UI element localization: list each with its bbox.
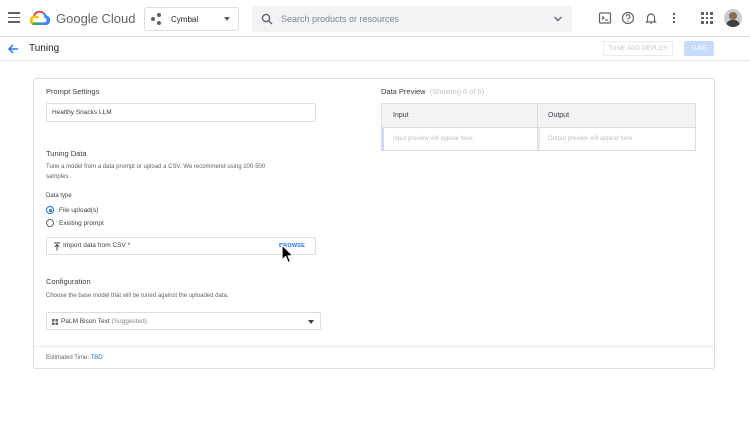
search-input[interactable] bbox=[281, 11, 541, 27]
column-header-output: Output bbox=[548, 112, 570, 119]
upload-icon bbox=[54, 242, 60, 251]
data-preview-label: Data Preview bbox=[381, 87, 426, 96]
top-bar: Google Cloud Cymbal bbox=[0, 0, 750, 37]
menu-icon[interactable] bbox=[8, 12, 20, 24]
project-picker[interactable]: Cymbal bbox=[144, 7, 239, 31]
import-csv-field[interactable]: Import data from CSV * BROWSE bbox=[46, 237, 316, 255]
prompt-settings-title: Prompt Settings bbox=[46, 87, 100, 96]
import-csv-label: Import data from CSV * bbox=[63, 242, 131, 249]
tuning-data-title: Tuning Data bbox=[46, 149, 87, 158]
mouse-cursor-icon bbox=[281, 244, 294, 264]
radio-label-existing-prompt: Existing prompt bbox=[59, 219, 104, 227]
table-header: Input Output bbox=[382, 104, 695, 128]
avatar[interactable] bbox=[724, 9, 742, 27]
configuration-description: Choose the base model that will be tuned… bbox=[46, 293, 229, 299]
help-icon[interactable] bbox=[621, 11, 635, 25]
suggested-tag: (Suggested) bbox=[111, 318, 147, 325]
project-icon bbox=[151, 13, 163, 25]
output-placeholder: Output preview will appear here bbox=[548, 136, 633, 142]
tuning-data-description-line2: samples. bbox=[46, 174, 71, 180]
data-preview-table: Input Output Input preview will appear h… bbox=[381, 103, 696, 151]
chevron-down-icon[interactable] bbox=[553, 14, 563, 24]
tuning-data-description-line1: Tune a model from a data prompt or uploa… bbox=[46, 164, 266, 170]
product-name: Google Cloud bbox=[56, 11, 136, 26]
tuning-card: Prompt Settings Healthy Snacks LLM Tunin… bbox=[33, 78, 715, 369]
divider bbox=[34, 346, 714, 347]
base-model-value: PaLM Bison Text (Suggested) bbox=[61, 318, 147, 325]
prompt-name-field[interactable]: Healthy Snacks LLM bbox=[46, 103, 316, 122]
data-type-label: Data type bbox=[46, 193, 72, 199]
column-header-input: Input bbox=[393, 112, 409, 119]
data-preview-title: Data Preview (Showing 0 of 0) bbox=[381, 87, 484, 96]
back-arrow-icon[interactable] bbox=[7, 43, 19, 55]
model-icon bbox=[52, 319, 58, 325]
estimated-time-value: TBD bbox=[90, 355, 103, 361]
configuration-title: Configuration bbox=[46, 277, 91, 286]
tune-button[interactable]: TUNE bbox=[684, 41, 714, 56]
dropdown-arrow-icon[interactable] bbox=[308, 320, 314, 324]
notifications-icon[interactable] bbox=[644, 11, 658, 25]
radio-existing-prompt[interactable]: Existing prompt bbox=[46, 219, 104, 227]
dropdown-caret-icon bbox=[224, 17, 230, 21]
radio-file-upload[interactable]: File upload(s) bbox=[46, 206, 98, 214]
data-preview-count: (Showing 0 of 0) bbox=[429, 87, 485, 96]
radio-button[interactable] bbox=[46, 219, 54, 227]
tune-and-deploy-button[interactable]: TUNE AND DEPLOY bbox=[603, 41, 673, 56]
row-accent bbox=[538, 128, 540, 150]
more-vert-icon[interactable] bbox=[667, 11, 681, 25]
estimated-time-label: Estimated Time: bbox=[46, 355, 90, 361]
radio-label-file-upload: File upload(s) bbox=[59, 206, 99, 214]
row-accent bbox=[382, 128, 384, 150]
input-placeholder: Input preview will appear here bbox=[393, 136, 473, 142]
apps-icon[interactable] bbox=[701, 12, 713, 24]
base-model-select[interactable]: PaLM Bison Text (Suggested) bbox=[46, 312, 321, 330]
search-bar[interactable] bbox=[252, 6, 572, 32]
estimated-time: Estimated Time: TBD bbox=[46, 355, 103, 361]
search-icon bbox=[261, 13, 273, 25]
cloud-shell-icon[interactable] bbox=[598, 11, 612, 25]
base-model-name: PaLM Bison Text bbox=[61, 318, 110, 325]
page-title: Tuning bbox=[29, 43, 60, 54]
google-cloud-logo[interactable] bbox=[29, 10, 50, 26]
project-name: Cymbal bbox=[171, 14, 199, 24]
radio-button-checked[interactable] bbox=[46, 206, 54, 214]
